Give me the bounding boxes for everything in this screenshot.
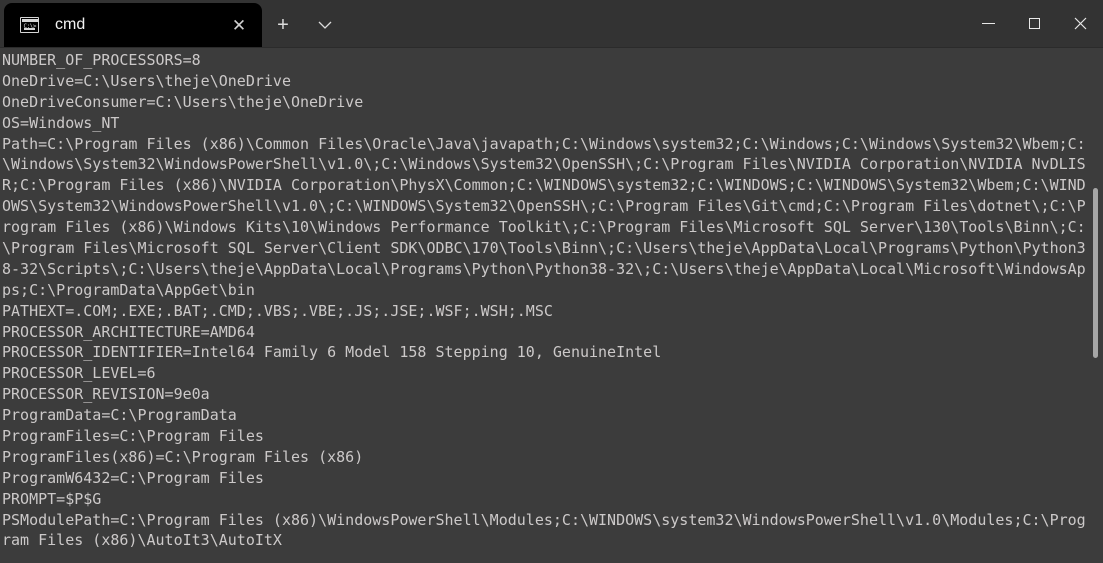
new-tab-button[interactable]: + xyxy=(262,3,304,47)
terminal-line: PSModulePath=C:\Program Files (x86)\Wind… xyxy=(2,510,1086,529)
terminal-output: NUMBER_OF_PROCESSORS=8 OneDrive=C:\Users\… xyxy=(0,48,1103,551)
minimize-button[interactable] xyxy=(965,0,1011,47)
tab-close-icon[interactable]: ✕ xyxy=(222,10,256,40)
terminal-line: PATHEXT=.COM;.EXE;.BAT;.CMD;.VBS;.VBE;.J… xyxy=(2,301,553,320)
window-controls xyxy=(965,0,1103,47)
terminal-line: NUMBER_OF_PROCESSORS=8 xyxy=(2,51,201,69)
terminal-line: PROCESSOR_IDENTIFIER=Intel64 Family 6 Mo… xyxy=(2,343,662,362)
terminal-line: OWS\System32\WindowsPowerShell\v1.0\;C:\… xyxy=(2,197,1086,216)
terminal-line: \Program Files\Microsoft SQL Server\Clie… xyxy=(2,239,1086,258)
maximize-button[interactable] xyxy=(1011,0,1057,47)
tab-cmd[interactable]: C:\> cmd ✕ xyxy=(4,3,262,47)
terminal-line: 8-32\Scripts\;C:\Users\theje\AppData\Loc… xyxy=(2,259,1086,278)
terminal-line: PROCESSOR_LEVEL=6 xyxy=(2,364,156,383)
terminal-line: ProgramW6432=C:\Program Files xyxy=(2,468,264,487)
close-window-button[interactable] xyxy=(1057,0,1103,47)
terminal-line: ProgramFiles=C:\Program Files xyxy=(2,427,264,446)
terminal-line: \Windows\System32\WindowsPowerShell\v1.0… xyxy=(2,155,1086,174)
terminal-pane[interactable]: NUMBER_OF_PROCESSORS=8 OneDrive=C:\Users\… xyxy=(0,48,1103,563)
tab-title: cmd xyxy=(55,16,86,33)
terminal-line: PROMPT=$P$G xyxy=(2,489,102,508)
console-icon: C:\> xyxy=(20,17,39,33)
chevron-down-icon[interactable] xyxy=(304,3,346,47)
terminal-line: rogram Files (x86)\Windows Kits\10\Windo… xyxy=(2,218,1086,237)
tab-strip: C:\> cmd ✕ + xyxy=(0,0,346,47)
terminal-scrollbar[interactable] xyxy=(1087,48,1103,563)
scrollbar-thumb[interactable] xyxy=(1093,188,1098,358)
title-bar: C:\> cmd ✕ + xyxy=(0,0,1103,48)
terminal-line: R;C:\Program Files (x86)\NVIDIA Corporat… xyxy=(2,176,1086,195)
terminal-line: OneDriveConsumer=C:\Users\theje\OneDrive xyxy=(2,92,364,111)
terminal-line: ps;C:\ProgramData\AppGet\bin xyxy=(2,280,255,299)
terminal-line: OS=Windows_NT xyxy=(2,113,120,132)
terminal-line: ProgramData=C:\ProgramData xyxy=(2,406,237,425)
terminal-line: PROCESSOR_ARCHITECTURE=AMD64 xyxy=(2,322,255,341)
terminal-line: Path=C:\Program Files (x86)\Common Files… xyxy=(2,134,1086,153)
terminal-line: OneDrive=C:\Users\theje\OneDrive xyxy=(2,71,291,90)
terminal-line: ProgramFiles(x86)=C:\Program Files (x86) xyxy=(2,447,364,466)
terminal-line: PROCESSOR_REVISION=9e0a xyxy=(2,385,210,404)
terminal-line: ram Files (x86)\AutoIt3\AutoItX xyxy=(2,531,282,550)
window-drag-region xyxy=(346,0,965,47)
